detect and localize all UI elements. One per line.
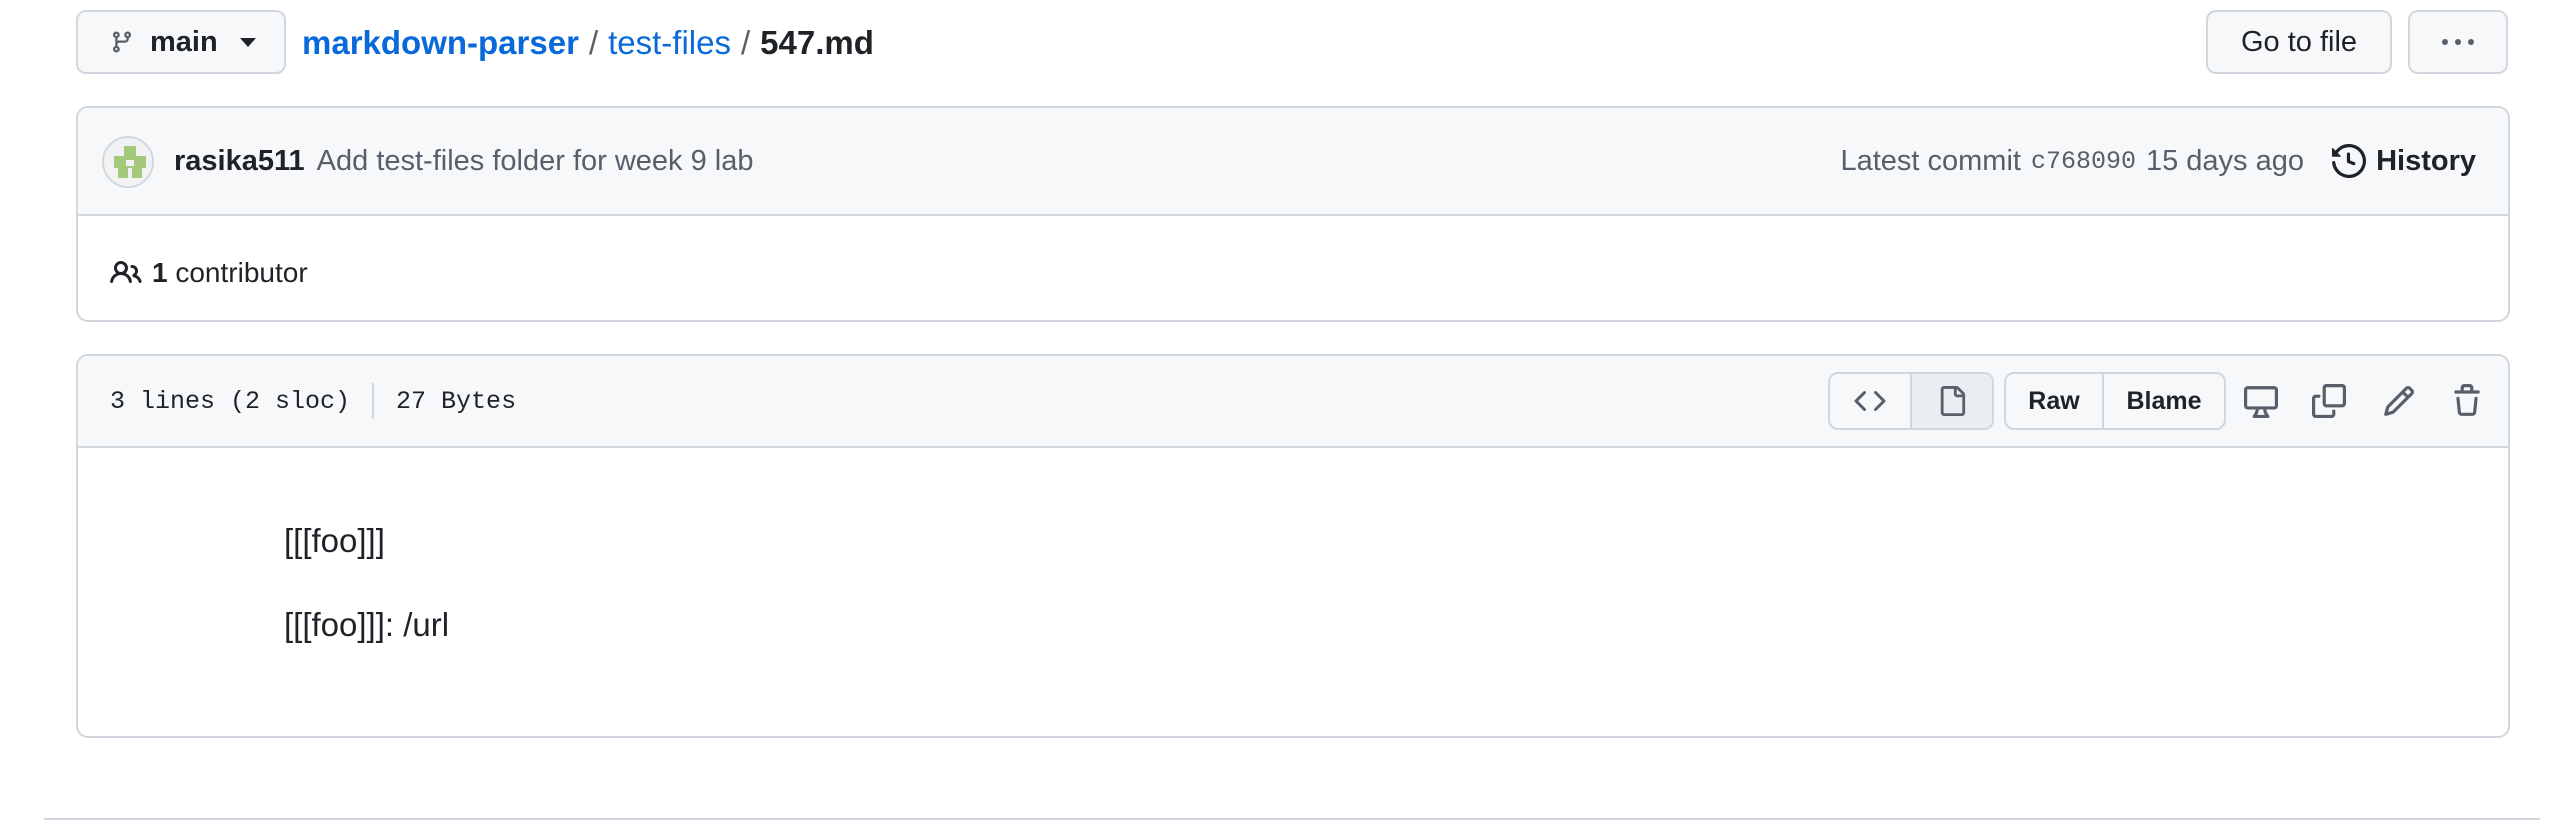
device-desktop-icon xyxy=(2244,384,2278,418)
history-icon xyxy=(2332,144,2367,178)
file-header: 3 lines (2 sloc) 27 Bytes Raw Blame xyxy=(78,356,2508,448)
view-mode-toggle xyxy=(1828,372,1994,430)
raw-blame-group: Raw Blame xyxy=(2004,372,2226,430)
commit-author-link[interactable]: rasika511 xyxy=(174,145,305,178)
copy-button[interactable] xyxy=(2306,378,2352,424)
commit-sha-link[interactable]: c768090 xyxy=(2031,147,2136,176)
code-icon xyxy=(1854,385,1886,417)
latest-commit-label: Latest commit xyxy=(1840,144,2021,177)
breadcrumb-separator: / xyxy=(740,24,751,61)
display-source-button[interactable] xyxy=(1830,374,1910,428)
commit-message-link[interactable]: Add test-files folder for week 9 lab xyxy=(317,145,754,178)
file-viewer: 3 lines (2 sloc) 27 Bytes Raw Blame [[[f… xyxy=(76,354,2510,738)
avatar[interactable] xyxy=(102,136,154,188)
commit-age: 15 days ago xyxy=(2145,144,2304,177)
breadcrumb-separator: / xyxy=(588,24,599,61)
file-size: 27 Bytes xyxy=(396,386,517,416)
branch-name: main xyxy=(150,25,218,58)
people-icon xyxy=(110,257,142,289)
contributor-count: 1 xyxy=(152,257,168,288)
kebab-horizontal-icon xyxy=(2442,39,2474,45)
history-link[interactable]: History xyxy=(2332,138,2476,184)
git-branch-icon xyxy=(110,28,134,56)
breadcrumb-repo-link[interactable]: markdown-parser xyxy=(302,24,579,62)
trash-icon xyxy=(2450,384,2484,418)
history-label: History xyxy=(2376,144,2476,177)
branch-select-button[interactable]: main xyxy=(76,10,286,74)
commit-meta: Latest commit c768090 15 days ago xyxy=(1840,138,2304,184)
more-options-button[interactable] xyxy=(2408,10,2508,74)
pencil-icon xyxy=(2382,384,2416,418)
blame-button[interactable]: Blame xyxy=(2104,374,2224,428)
file-info-divider xyxy=(372,383,375,419)
raw-button[interactable]: Raw xyxy=(2006,374,2104,428)
breadcrumb: markdown-parser / test-files / 547.md xyxy=(302,18,874,68)
contributor-label: contributor xyxy=(175,257,308,288)
file-line-count: 3 lines (2 sloc) xyxy=(110,386,351,416)
commit-header: rasika511 Add test-files folder for week… xyxy=(78,108,2508,216)
markdown-paragraph: [[[foo]]] xyxy=(284,522,385,559)
footer-divider xyxy=(44,818,2540,820)
commit-author-row: rasika511 Add test-files folder for week… xyxy=(174,138,753,184)
markdown-paragraph: [[[foo]]]: /url xyxy=(284,605,450,643)
contributors-row[interactable]: 1 contributor xyxy=(110,250,308,296)
rendered-markdown: [[[foo]]] [[[foo]]]: /url xyxy=(284,516,449,683)
breadcrumb-current-file: 547.md xyxy=(760,24,874,61)
breadcrumb-folder-link[interactable]: test-files xyxy=(608,24,731,62)
open-desktop-button[interactable] xyxy=(2238,378,2284,424)
file-info: 3 lines (2 sloc) 27 Bytes xyxy=(110,378,516,424)
latest-commit-box: rasika511 Add test-files folder for week… xyxy=(76,106,2510,322)
file-icon xyxy=(1937,385,1967,417)
display-rendered-button[interactable] xyxy=(1910,374,1992,428)
copy-icon xyxy=(2312,384,2346,418)
chevron-down-icon xyxy=(239,37,256,47)
go-to-file-button[interactable]: Go to file xyxy=(2206,10,2392,74)
delete-button[interactable] xyxy=(2444,378,2490,424)
edit-button[interactable] xyxy=(2376,378,2422,424)
